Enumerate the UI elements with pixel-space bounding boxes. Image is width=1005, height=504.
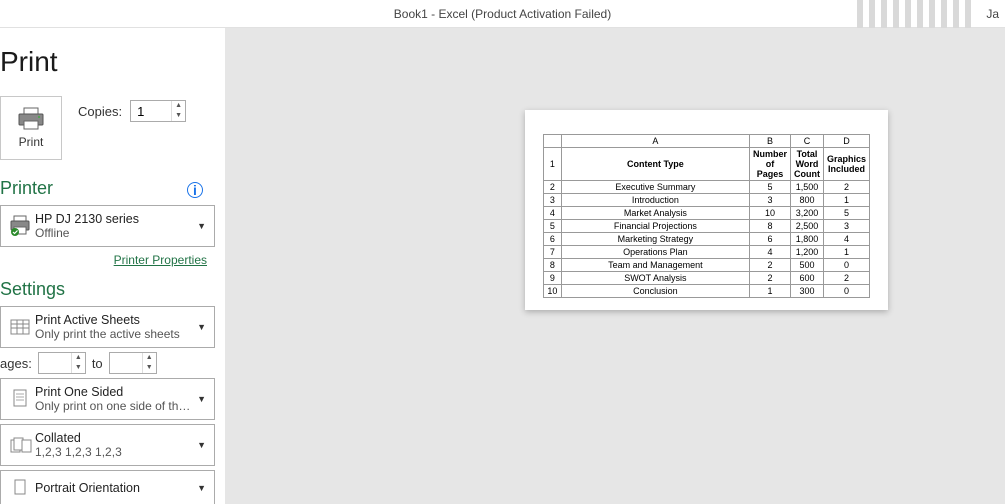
table-row: 2Executive Summary51,5002 [544, 181, 870, 194]
copies-down[interactable]: ▼ [172, 111, 185, 121]
pages-to-down[interactable]: ▼ [143, 363, 156, 373]
pages-to-up[interactable]: ▲ [143, 353, 156, 363]
sheets-icon [10, 317, 32, 337]
sides-line1: Print One Sided [35, 385, 195, 399]
table-row: 9SWOT Analysis26002 [544, 272, 870, 285]
copies-label: Copies: [78, 104, 122, 119]
table-row: 1Content TypeNumber of PagesTotal Word C… [544, 148, 870, 181]
col-c: C [791, 135, 824, 148]
print-button[interactable]: Print [0, 96, 62, 160]
copies-up[interactable]: ▲ [172, 101, 185, 111]
scope-line2: Only print the active sheets [35, 327, 195, 341]
pages-from-up[interactable]: ▲ [72, 353, 85, 363]
print-button-label: Print [19, 135, 44, 149]
copies-input[interactable] [131, 101, 171, 121]
col-b: B [749, 135, 790, 148]
collate-line2: 1,2,3 1,2,3 1,2,3 [35, 445, 195, 459]
printer-status-icon [9, 215, 33, 237]
table-row: 5Financial Projections82,5003 [544, 220, 870, 233]
table-row: 3Introduction38001 [544, 194, 870, 207]
table-row: 6Marketing Strategy61,8004 [544, 233, 870, 246]
pages-from-stepper[interactable]: ▲▼ [38, 352, 86, 374]
chevron-down-icon: ▼ [195, 221, 208, 231]
orientation-selector[interactable]: Portrait Orientation ▼ [0, 470, 215, 504]
pages-label: ages: [0, 356, 32, 371]
chevron-down-icon: ▼ [195, 483, 208, 493]
col-a: A [561, 135, 749, 148]
copies-stepper[interactable]: ▲▼ [130, 100, 186, 122]
pages-to-label: to [92, 356, 103, 371]
printer-properties-link[interactable]: Printer Properties [114, 253, 207, 267]
title-bar: Book1 - Excel (Product Activation Failed… [0, 0, 1005, 28]
chevron-down-icon: ▼ [195, 322, 208, 332]
sides-line2: Only print on one side of the... [35, 399, 195, 413]
table-row: 8Team and Management25000 [544, 259, 870, 272]
user-name: Ja [986, 7, 999, 21]
portrait-icon [13, 479, 29, 497]
chevron-down-icon: ▼ [195, 394, 208, 404]
info-icon[interactable]: i [187, 182, 203, 198]
pages-to-input[interactable] [110, 353, 142, 373]
pages-from-down[interactable]: ▼ [72, 363, 85, 373]
page-title: Print [0, 46, 215, 78]
print-panel: Print Print Copies: ▲▼ Printer [0, 28, 225, 504]
settings-heading: Settings [0, 279, 215, 300]
printer-selector[interactable]: HP DJ 2130 series Offline ▼ [0, 205, 215, 247]
page-icon [12, 389, 30, 409]
table-row: 7Operations Plan41,2001 [544, 246, 870, 259]
page-preview: A B C D 1Content TypeNumber of PagesTota… [525, 110, 888, 310]
scope-line1: Print Active Sheets [35, 313, 195, 327]
printer-heading: Printer [0, 178, 215, 199]
printer-status: Offline [35, 226, 195, 240]
table-row: 4Market Analysis103,2005 [544, 207, 870, 220]
col-d: D [823, 135, 869, 148]
chevron-down-icon: ▼ [195, 440, 208, 450]
collate-selector[interactable]: Collated 1,2,3 1,2,3 1,2,3 ▼ [0, 424, 215, 466]
preview-table: A B C D 1Content TypeNumber of PagesTota… [543, 134, 870, 298]
table-row: 10Conclusion13000 [544, 285, 870, 298]
collate-line1: Collated [35, 431, 195, 445]
window-title: Book1 - Excel (Product Activation Failed… [394, 7, 611, 21]
printer-name: HP DJ 2130 series [35, 212, 195, 226]
pages-to-stepper[interactable]: ▲▼ [109, 352, 157, 374]
print-scope-selector[interactable]: Print Active Sheets Only print the activ… [0, 306, 215, 348]
preview-area: A B C D 1Content TypeNumber of PagesTota… [225, 28, 1005, 504]
collate-icon [10, 436, 32, 454]
sides-selector[interactable]: Print One Sided Only print on one side o… [0, 378, 215, 420]
pages-from-input[interactable] [39, 353, 71, 373]
orientation-line1: Portrait Orientation [35, 481, 195, 495]
printer-icon [17, 107, 45, 131]
